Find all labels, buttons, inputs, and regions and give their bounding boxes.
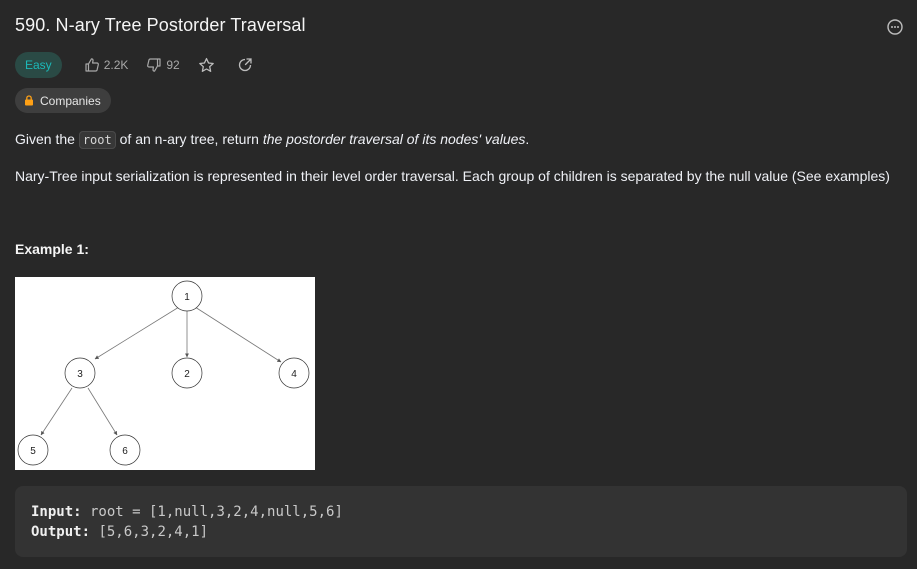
share-button[interactable]: [237, 57, 253, 73]
star-icon: [198, 57, 214, 72]
tree-node-label: 5: [30, 446, 36, 457]
input-value: root = [1,null,3,2,4,null,5,6]: [81, 504, 343, 520]
emphasized-text: the postorder traversal of its nodes' va…: [262, 131, 526, 147]
tree-node-label: 6: [122, 446, 128, 457]
companies-tag-button[interactable]: Companies: [15, 88, 111, 113]
example-output-line: Output: [5,6,3,2,4,1]: [31, 524, 208, 540]
tree-edge: [194, 306, 282, 363]
description-paragraph-2: Nary-Tree input serialization is represe…: [15, 168, 890, 184]
thumbs-up-icon: [85, 58, 99, 72]
like-button[interactable]: 2.2K: [84, 57, 129, 73]
description-paragraph-1: Given the root of an n-ary tree, return …: [15, 131, 530, 149]
like-count: 2.2K: [103, 58, 129, 72]
tree-node-label: 2: [184, 369, 190, 380]
difficulty-badge: Easy: [15, 52, 62, 78]
problem-meta-row: Easy 2.2K 92: [15, 52, 275, 78]
more-icon[interactable]: [887, 19, 903, 35]
tree-edge: [87, 387, 118, 436]
example-input-line: Input: root = [1,null,3,2,4,null,5,6]: [31, 504, 343, 520]
example-1-code-block: Input: root = [1,null,3,2,4,null,5,6] Ou…: [15, 486, 907, 557]
share-icon: [238, 58, 252, 72]
tree-node-label: 4: [291, 369, 297, 380]
inline-code-root: root: [78, 131, 116, 149]
tree-node-label: 3: [77, 369, 83, 380]
tree-node-label: 1: [184, 292, 190, 303]
output-label: Output:: [31, 524, 91, 540]
example-1-heading: Example 1:: [15, 241, 89, 257]
lock-icon: [25, 95, 33, 106]
companies-label: Companies: [40, 93, 101, 108]
problem-title[interactable]: 590. N-ary Tree Postorder Traversal: [15, 15, 306, 36]
example-1-tree-diagram: 1 3 2 4 5 6: [15, 277, 315, 470]
dislike-count: 92: [166, 58, 180, 72]
tree-edge: [94, 306, 180, 360]
input-label: Input:: [31, 504, 82, 520]
tree-edge: [40, 387, 73, 436]
dislike-button[interactable]: 92: [146, 57, 180, 73]
favorite-button[interactable]: [198, 57, 215, 74]
problem-description-panel: 590. N-ary Tree Postorder Traversal Easy…: [0, 0, 917, 569]
output-value: [5,6,3,2,4,1]: [90, 524, 209, 540]
thumbs-down-icon: [147, 58, 161, 72]
